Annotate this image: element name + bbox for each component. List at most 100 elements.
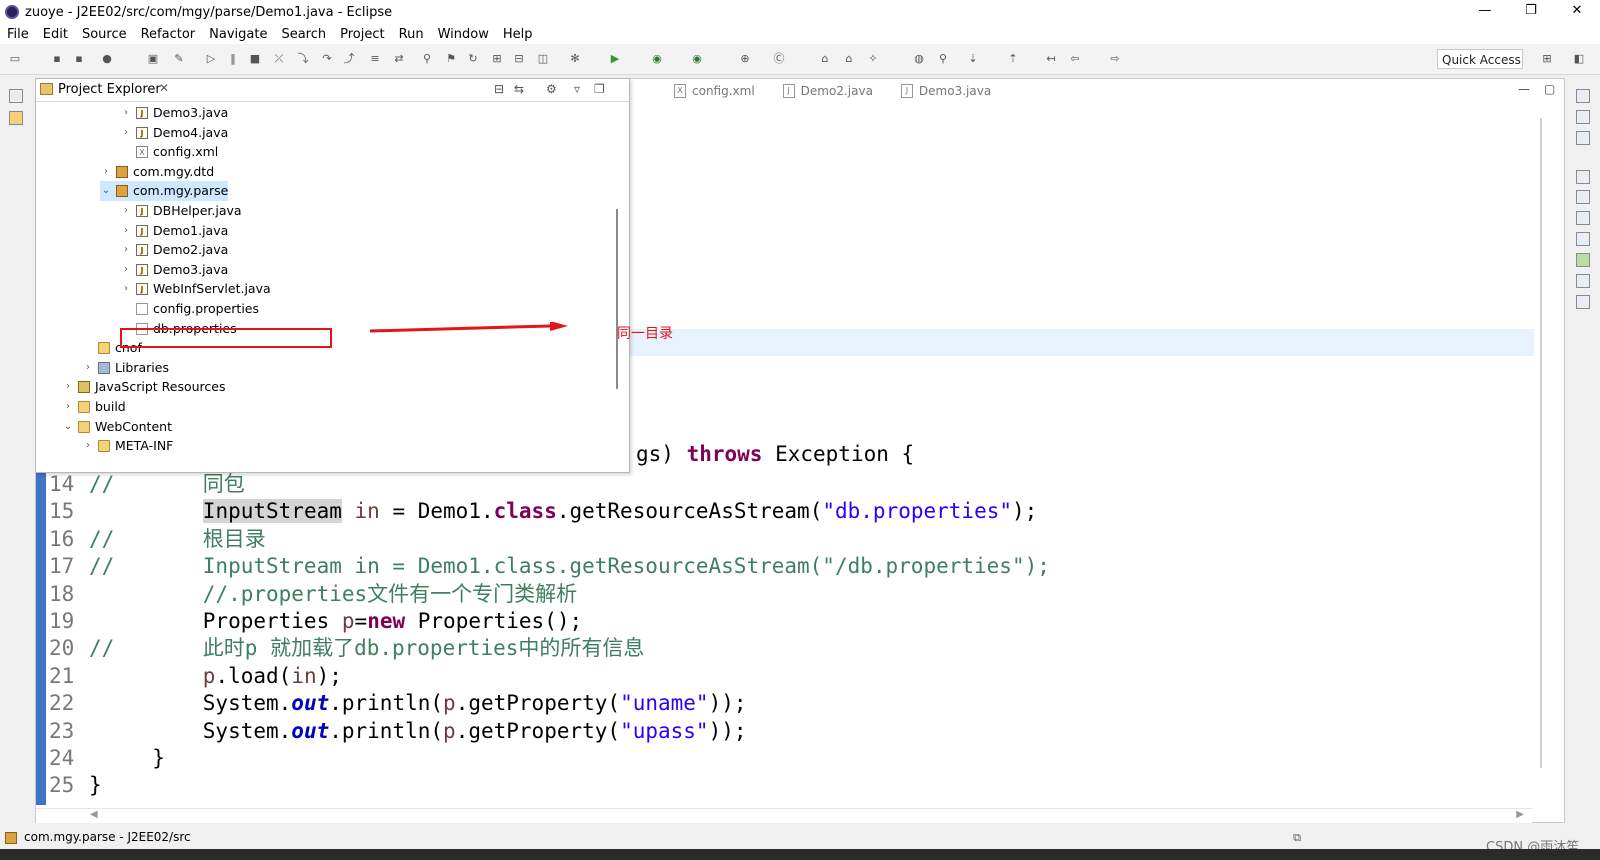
explorer-vertical-scrollbar[interactable] (609, 103, 625, 468)
restore-icon[interactable] (1576, 89, 1590, 103)
quick-access-field[interactable]: Quick Access (1437, 49, 1523, 69)
chevron-down-icon[interactable]: ⌄ (100, 181, 112, 201)
tree-item[interactable]: › JavaScript Resources (62, 377, 225, 397)
paste-icon[interactable]: ◫ (536, 52, 550, 66)
step-into-icon[interactable]: ⤵ (296, 52, 310, 66)
use-step-filters-icon[interactable]: ⇄ (392, 52, 406, 66)
scroll-right-icon[interactable]: ▶ (1516, 809, 1524, 820)
coverage-icon[interactable]: ◉ (650, 52, 664, 66)
menu-run[interactable]: Run (392, 27, 431, 42)
tree-item[interactable]: config.properties (120, 299, 259, 319)
menu-help[interactable]: Help (496, 27, 540, 42)
tree-item[interactable]: › Libraries (82, 358, 169, 378)
project-explorer-view[interactable]: Project Explorer ✕ ⊟ ⇆ ⚙ ▿ ❐ › J Demo3.jav… (35, 78, 630, 473)
run-icon[interactable]: ▶ (608, 52, 622, 66)
close-button[interactable]: ✕ (1554, 0, 1600, 24)
chevron-right-icon[interactable]: › (62, 397, 74, 417)
step-return-icon[interactable]: ⤴ (342, 52, 356, 66)
tree-item[interactable]: › J DBHelper.java (120, 201, 242, 221)
console-icon[interactable] (1576, 295, 1590, 309)
servers-icon[interactable] (1576, 190, 1590, 204)
tree-item[interactable]: › J Demo3.java (120, 260, 228, 280)
chevron-right-icon[interactable]: › (82, 358, 94, 378)
disconnect-icon[interactable]: ⤫ (272, 52, 286, 66)
tree-item[interactable]: › com.mgy.dtd (100, 162, 214, 182)
code-line[interactable]: 25} (49, 771, 102, 799)
refresh-icon[interactable]: ↻ (466, 52, 480, 66)
chevron-right-icon[interactable]: › (120, 279, 132, 299)
globe-icon[interactable]: ◍ (912, 52, 926, 66)
scroll-left-icon[interactable]: ◀ (90, 809, 98, 820)
tree-item[interactable]: › build (62, 397, 126, 417)
chevron-right-icon[interactable]: › (120, 221, 132, 241)
menu-edit[interactable]: Edit (36, 27, 75, 42)
view-menu-chevron-down-icon[interactable]: ▿ (574, 82, 580, 96)
menu-source[interactable]: Source (75, 27, 134, 42)
pin-icon[interactable]: ⚑ (444, 52, 458, 66)
code-line[interactable]: 17 // InputStream in = Demo1.class.getRes… (49, 552, 1050, 580)
menu-navigate[interactable]: Navigate (202, 27, 274, 42)
menu-refactor[interactable]: Refactor (134, 27, 203, 42)
data-source-icon[interactable] (1576, 274, 1590, 288)
new-icon[interactable]: ▭ (8, 52, 22, 66)
next-annotation-icon[interactable]: ⇣ (966, 52, 980, 66)
suspend-icon[interactable]: ‖ (226, 52, 240, 66)
minimize-button[interactable]: — (1462, 0, 1508, 24)
chevron-right-icon[interactable]: › (82, 436, 94, 456)
properties-icon[interactable] (1576, 211, 1590, 225)
forward-icon[interactable]: ⇨ (1108, 52, 1122, 66)
tab-demo3-java[interactable]: J Demo3.java (887, 80, 1005, 102)
java-ee-perspective-icon[interactable]: ◧ (1572, 52, 1586, 66)
code-line[interactable]: 15 InputStream in = Demo1.class.getResou… (49, 497, 1037, 525)
open-task-icon[interactable]: ⊟ (512, 52, 526, 66)
maximize-button[interactable]: ❐ (1508, 0, 1554, 24)
project-explorer-icon[interactable] (9, 111, 23, 125)
chevron-right-icon[interactable]: › (62, 377, 74, 397)
collapse-all-icon[interactable]: ⊟ (494, 82, 504, 96)
menu-window[interactable]: Window (431, 27, 496, 42)
restore-icon[interactable] (1576, 170, 1590, 184)
console-icon[interactable]: ▣ (146, 52, 160, 66)
snippets-icon[interactable] (1576, 253, 1590, 267)
chevron-right-icon[interactable]: › (120, 201, 132, 221)
filters-icon[interactable]: ⚙ (546, 82, 557, 96)
toggle-breakpoint-icon[interactable]: ⚲ (420, 52, 434, 66)
chevron-right-icon[interactable]: › (120, 240, 132, 260)
tree-item[interactable]: › J WebInfServlet.java (120, 279, 271, 299)
back-icon[interactable]: ⇦ (1068, 52, 1082, 66)
new-server-icon[interactable]: ⊕ (738, 52, 752, 66)
tab-config-xml[interactable]: Xconfig.xml (660, 80, 769, 102)
code-area[interactable]: 14// 同包 15 InputStream in = Demo1.class.g… (49, 470, 1539, 805)
tree-item[interactable]: › J Demo3.java (120, 103, 228, 123)
search-icon[interactable]: ⚲ (936, 52, 950, 66)
save-icon[interactable]: ▪ (50, 52, 64, 66)
code-line[interactable]: 20 // 此时p 就加载了db.properties中的所有信息 (49, 634, 644, 662)
new-java-class-icon[interactable]: Ⓒ (772, 52, 786, 66)
tree-item[interactable]: Xconfig.xml (120, 142, 218, 162)
prev-annotation-icon[interactable]: ⇡ (1006, 52, 1020, 66)
link-with-editor-icon[interactable]: ⇆ (514, 82, 524, 96)
open-project-icon[interactable]: ⌂ (818, 52, 832, 66)
open-folder-icon[interactable]: ⌂ (842, 52, 856, 66)
drop-frame-icon[interactable]: ≡ (368, 52, 382, 66)
step-over-icon[interactable]: ↷ (320, 52, 334, 66)
resume-icon[interactable]: ▷ (204, 52, 218, 66)
profile-icon[interactable]: ● (100, 52, 114, 66)
save-all-icon[interactable]: ▪ (72, 52, 86, 66)
menu-project[interactable]: Project (333, 27, 391, 42)
task-list-icon[interactable] (1576, 131, 1590, 145)
maximize-view-icon[interactable]: ▢ (1544, 82, 1555, 96)
project-explorer-title[interactable]: Project Explorer (58, 82, 161, 97)
wand-icon[interactable]: ✧ (866, 52, 880, 66)
skip-breakpoints-icon[interactable]: ✎ (172, 52, 186, 66)
chevron-right-icon[interactable]: › (120, 103, 132, 123)
restore-view-icon[interactable]: ❐ (594, 82, 605, 96)
open-perspective-icon[interactable]: ⊞ (1540, 52, 1554, 66)
tree-item[interactable]: › J Demo4.java (120, 123, 228, 143)
tree-item[interactable]: › J Demo1.java (120, 221, 228, 241)
tree-item[interactable]: › META-INF (82, 436, 173, 456)
horizontal-scrollbar[interactable]: ◀ ▶ (36, 808, 1532, 823)
last-edit-location-icon[interactable]: ↤ (1044, 52, 1058, 66)
code-line[interactable]: 16 // 根目录 (49, 525, 266, 553)
problems-icon[interactable] (1576, 232, 1590, 246)
